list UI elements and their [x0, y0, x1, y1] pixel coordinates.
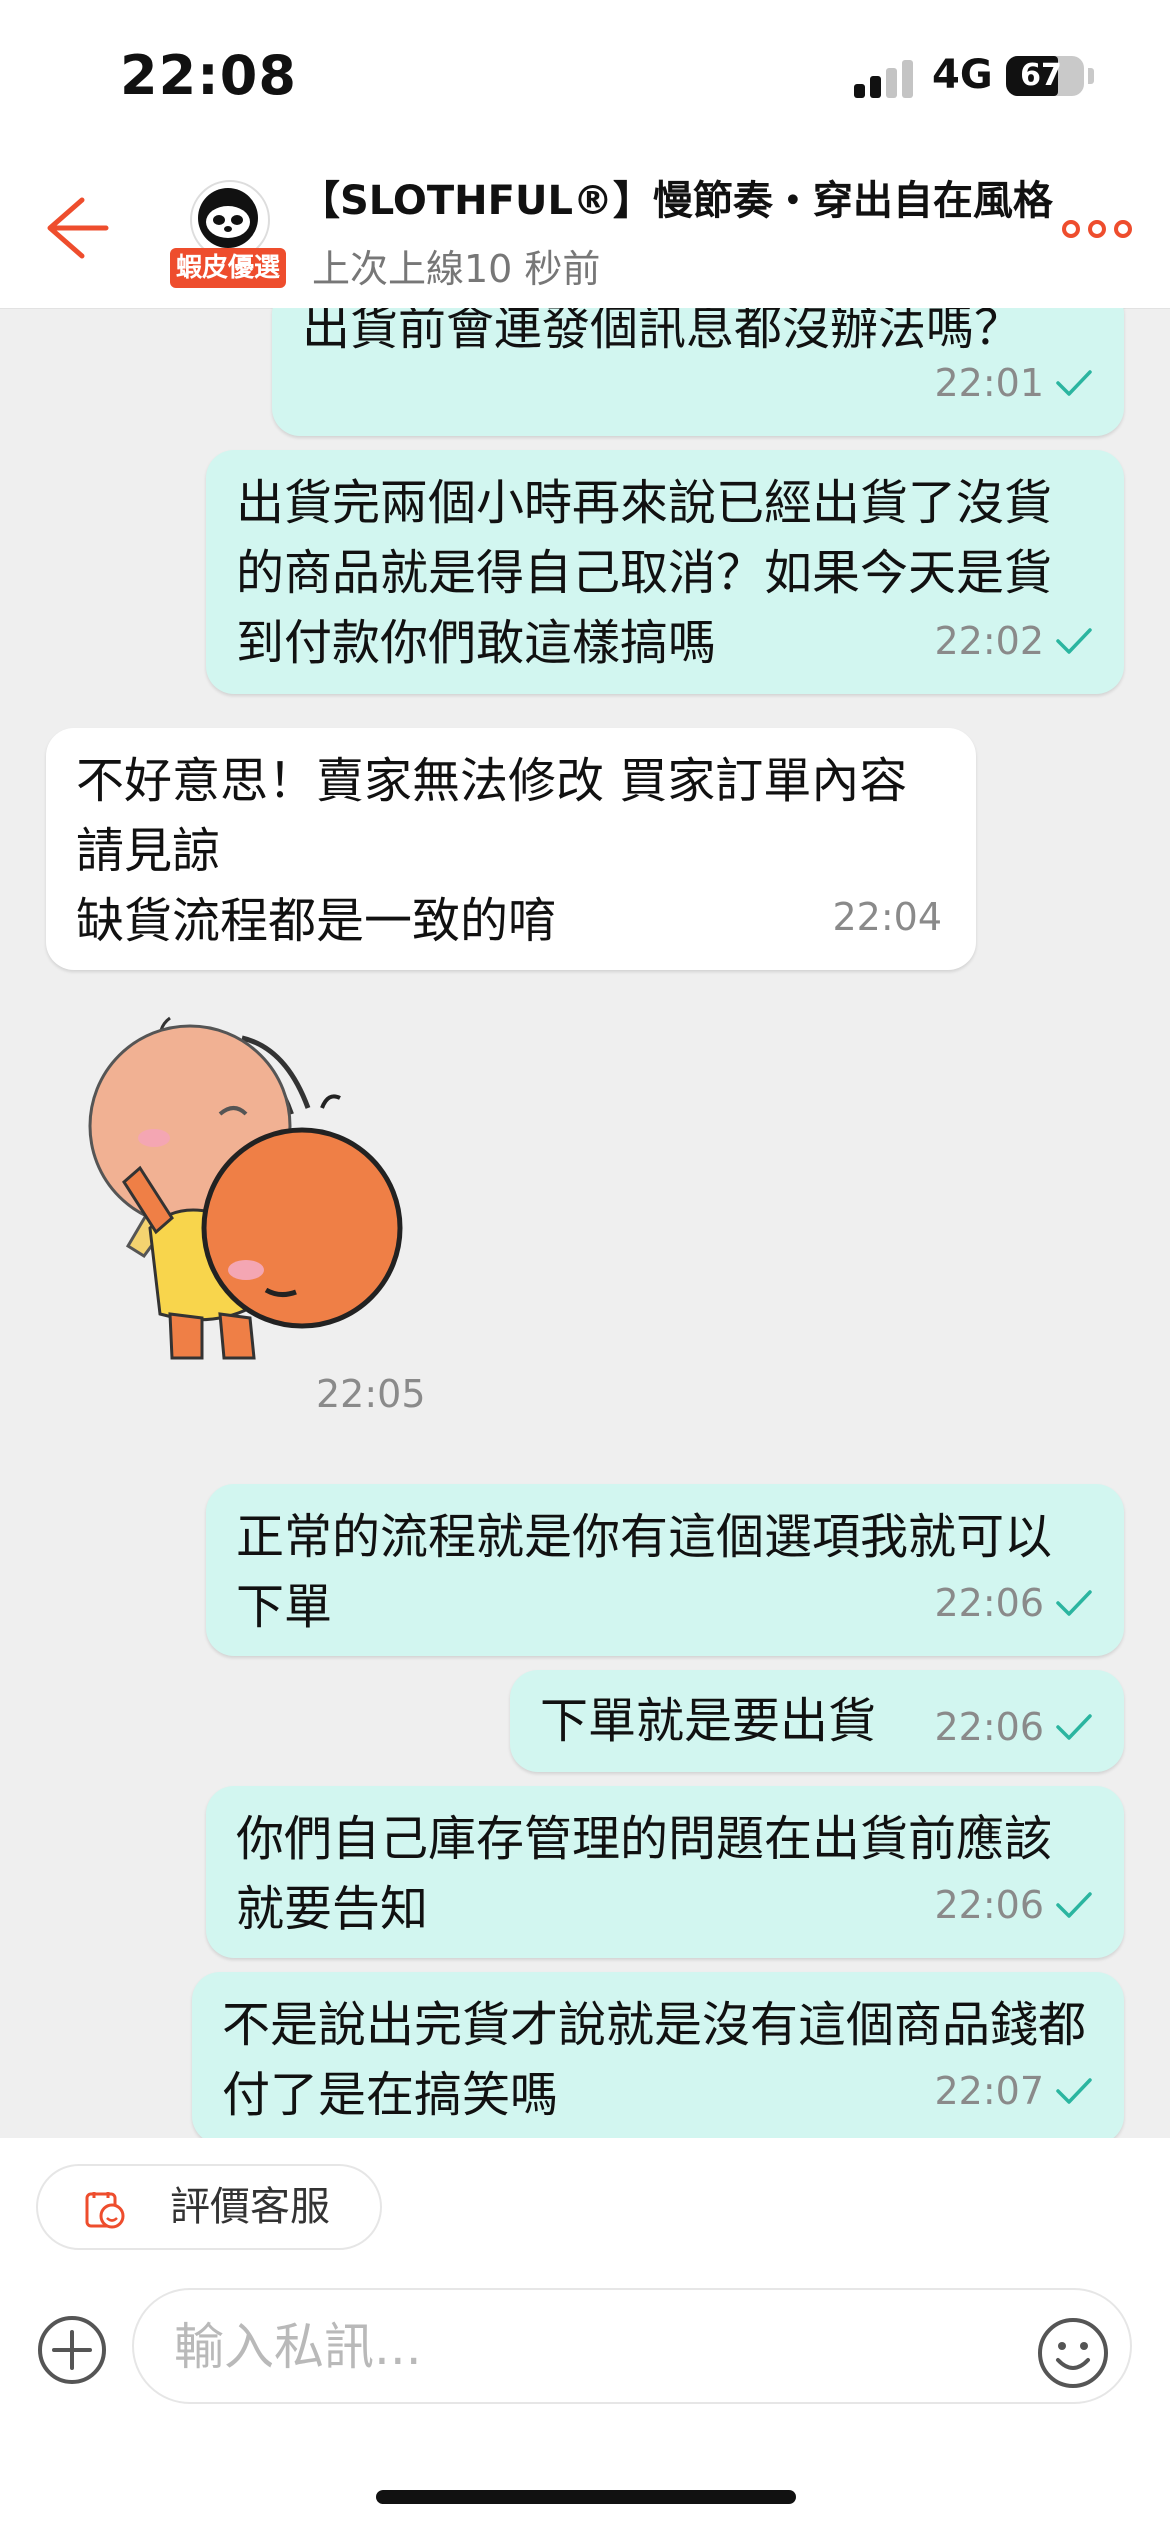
read-check-icon: [1056, 370, 1092, 396]
shop-avatar[interactable]: 蝦皮優選: [170, 180, 286, 290]
read-check-icon: [1056, 1714, 1092, 1740]
message-bubble[interactable]: 你們自己庫存管理的問題在出貨前應該就要告知 22:06: [206, 1786, 1124, 1958]
signal-icon: [854, 58, 914, 98]
message-bubble[interactable]: 出貨前會連發個訊息都沒辦法嗎？ 22:01: [272, 308, 1124, 436]
status-time: 22:08: [120, 44, 297, 107]
read-check-icon: [1056, 1590, 1092, 1616]
more-options-button[interactable]: [1062, 216, 1134, 244]
read-check-icon: [1056, 2078, 1092, 2104]
message-bubble[interactable]: 下單就是要出貨 22:06: [510, 1670, 1124, 1772]
preferred-badge: 蝦皮優選: [170, 248, 286, 288]
message-bubble[interactable]: 不好意思！賣家無法修改 買家訂單內容 請見諒 缺貨流程都是一致的唷 22:04: [46, 728, 976, 970]
message-time: 22:06: [934, 1705, 1044, 1749]
message-bubble[interactable]: 不是說出完貨才說就是沒有這個商品錢都付了是在搞笑嗎 22:07: [192, 1972, 1124, 2138]
message-time: 22:06: [934, 1581, 1044, 1625]
chat-header: 蝦皮優選 【SLOTHFUL®】慢節奏・穿出自在風格 上次上線10 秒前: [0, 150, 1170, 309]
message-time: 22:07: [934, 2069, 1044, 2113]
message-bubble[interactable]: 正常的流程就是你有這個選項我就可以下單 22:06: [206, 1484, 1124, 1656]
battery-level: 67: [1020, 58, 1062, 93]
shop-name[interactable]: 【SLOTHFUL®】慢節奏・穿出自在風格: [300, 168, 1053, 226]
back-arrow-icon: [47, 197, 109, 259]
add-attachment-button[interactable]: [36, 2314, 108, 2386]
home-indicator: [376, 2490, 796, 2504]
message-list[interactable]: 出貨前會連發個訊息都沒辦法嗎？ 22:01 出貨完兩個小時再來說已經出貨了沒貨的…: [0, 308, 1170, 2138]
back-button[interactable]: [36, 190, 112, 266]
network-label: 4G: [932, 52, 993, 98]
message-bubble[interactable]: 出貨完兩個小時再來說已經出貨了沒貨的商品就是得自己取消？如果今天是貨到付款你們敢…: [206, 450, 1124, 694]
more-dots-icon: [1062, 220, 1080, 238]
rate-service-label: 評價客服: [170, 2184, 330, 2230]
last-seen-status: 上次上線10 秒前: [312, 247, 601, 291]
read-check-icon: [1056, 1892, 1092, 1918]
message-input-box[interactable]: [132, 2288, 1132, 2404]
emoji-icon[interactable]: [1036, 2316, 1110, 2390]
message-time: 22:04: [832, 895, 942, 939]
rate-face-icon: [85, 2192, 125, 2229]
message-input[interactable]: [172, 2290, 996, 2404]
sticker-image[interactable]: [70, 998, 420, 1368]
battery-icon: 67: [1006, 56, 1094, 96]
composer-area: 評價客服: [0, 2138, 1170, 2532]
read-check-icon: [1056, 628, 1092, 654]
message-time: 22:06: [934, 1883, 1044, 1927]
message-time: 22:02: [934, 619, 1044, 663]
message-text: 不好意思！賣家無法修改 買家訂單內容 請見諒 缺貨流程都是一致的唷: [76, 753, 908, 949]
message-time: 22:01: [934, 361, 1044, 405]
message-time: 22:05: [316, 1372, 426, 1416]
rate-service-button[interactable]: 評價客服: [36, 2164, 382, 2250]
status-bar: 22:08 4G 67: [0, 0, 1170, 150]
